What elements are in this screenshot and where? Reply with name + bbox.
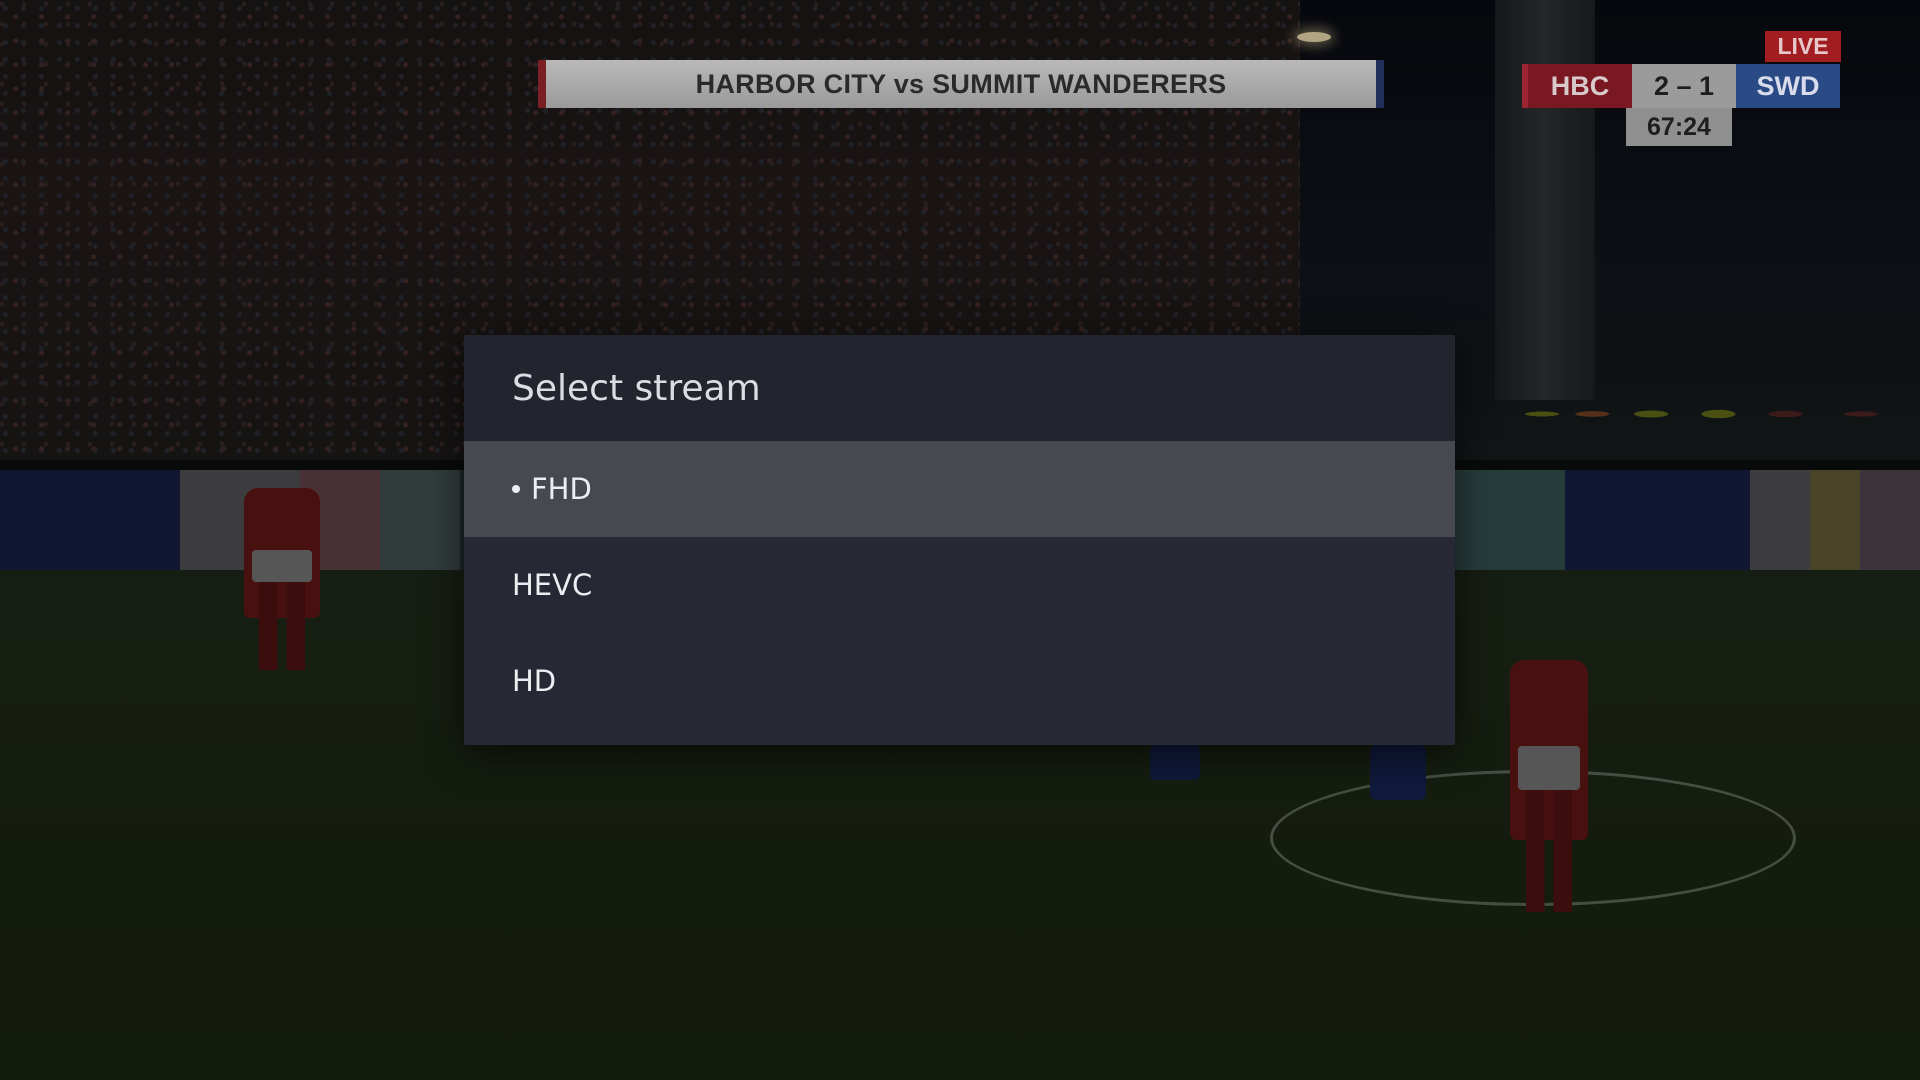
stream-option-label: FHD — [531, 472, 592, 506]
stream-option-label: HD — [512, 664, 557, 698]
away-team-abbr: SWD — [1736, 64, 1840, 108]
match-clock: 67:24 — [1626, 108, 1732, 146]
dialog-header: Select stream — [464, 335, 1455, 441]
scorebug: HBC 2 – 1 SWD — [1522, 64, 1840, 108]
match-title-banner: HARBOR CITY vs SUMMIT WANDERERS — [538, 60, 1384, 108]
video-player: HARBOR CITY vs SUMMIT WANDERERS LIVE HBC… — [0, 0, 1920, 1080]
stream-option-label: HEVC — [512, 568, 593, 602]
selected-indicator-icon — [512, 485, 520, 493]
score-display: 2 – 1 — [1632, 64, 1736, 108]
home-team-abbr: HBC — [1522, 64, 1632, 108]
stream-option-hd[interactable]: HD — [464, 633, 1455, 729]
stream-option-fhd[interactable]: FHD — [464, 441, 1455, 537]
match-title: HARBOR CITY vs SUMMIT WANDERERS — [695, 68, 1227, 99]
stream-option-hevc[interactable]: HEVC — [464, 537, 1455, 633]
select-stream-dialog: Select stream FHD HEVC HD — [464, 335, 1455, 745]
stream-option-list: FHD HEVC HD — [464, 441, 1455, 729]
dialog-title: Select stream — [512, 367, 761, 409]
live-badge: LIVE — [1765, 31, 1841, 62]
